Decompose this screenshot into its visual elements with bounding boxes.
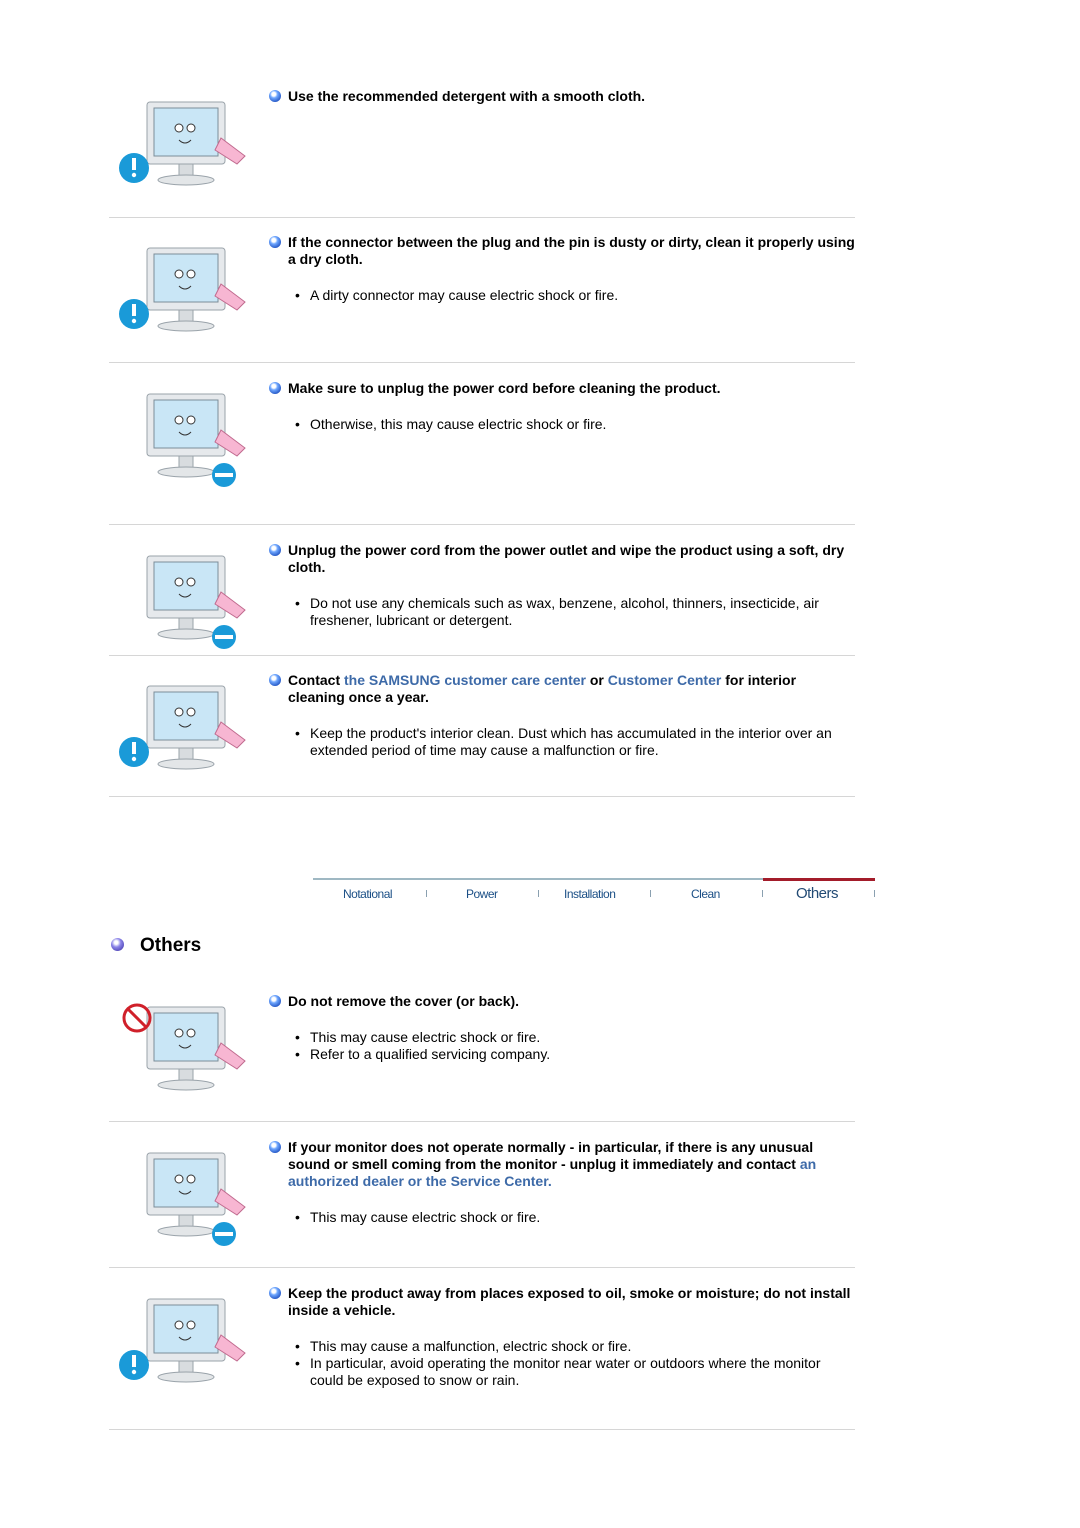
section-bullet-icon bbox=[111, 938, 124, 951]
item-content: If your monitor does not operate normall… bbox=[269, 1139, 855, 1226]
tab-separator bbox=[650, 890, 651, 897]
bullet-list: A dirty connector may cause electric sho… bbox=[269, 287, 855, 304]
bullet-list: Do not use any chemicals such as wax, be… bbox=[269, 595, 855, 629]
heading-text: Use the recommended detergent with a smo… bbox=[288, 88, 646, 104]
bullet-point: This may cause a malfunction, electric s… bbox=[295, 1338, 855, 1355]
safety-item: Make sure to unplug the power cord befor… bbox=[109, 380, 855, 525]
item-heading: Do not remove the cover (or back). bbox=[269, 993, 855, 1010]
heading-text: If your monitor does not operate normall… bbox=[288, 1139, 814, 1172]
heading-text: Contact bbox=[288, 672, 344, 688]
bullet-point: Otherwise, this may cause electric shock… bbox=[295, 416, 855, 433]
monitor-rain-window-illustration bbox=[109, 1285, 269, 1410]
bullet-point: Do not use any chemicals such as wax, be… bbox=[295, 595, 855, 629]
item-heading: Unplug the power cord from the power out… bbox=[269, 542, 855, 576]
bullet-point: Refer to a qualified servicing company. bbox=[295, 1046, 855, 1063]
divider bbox=[109, 1121, 855, 1122]
divider bbox=[109, 217, 855, 218]
item-content: Use the recommended detergent with a smo… bbox=[269, 88, 855, 105]
safety-item: Do not remove the cover (or back). This m… bbox=[109, 993, 855, 1121]
heading-text: Unplug the power cord from the power out… bbox=[288, 542, 845, 575]
heading-text: If the connector between the plug and th… bbox=[288, 234, 855, 267]
tab-separator bbox=[538, 890, 539, 897]
tab-separator bbox=[426, 890, 427, 897]
blue-bullet-icon bbox=[269, 90, 281, 102]
divider bbox=[109, 655, 855, 656]
safety-item: If the connector between the plug and th… bbox=[109, 234, 855, 364]
divider bbox=[109, 796, 855, 797]
bullet-list: This may cause a malfunction, electric s… bbox=[269, 1338, 855, 1389]
bullet-point: Keep the product's interior clean. Dust … bbox=[295, 725, 855, 759]
item-heading: If the connector between the plug and th… bbox=[269, 234, 855, 268]
tab-separator bbox=[762, 890, 763, 897]
item-content: Unplug the power cord from the power out… bbox=[269, 542, 855, 629]
safety-item: Unplug the power cord from the power out… bbox=[109, 542, 855, 657]
item-heading: If your monitor does not operate normall… bbox=[269, 1139, 855, 1190]
safety-item: If your monitor does not operate normall… bbox=[109, 1139, 855, 1267]
monitor-unplugged-cleaning-illustration bbox=[109, 380, 269, 505]
safety-item: Keep the product away from places expose… bbox=[109, 1285, 855, 1430]
heading-text: Do not remove the cover (or back). bbox=[288, 993, 520, 1009]
blue-bullet-icon bbox=[269, 674, 281, 686]
blue-bullet-icon bbox=[269, 1141, 281, 1153]
item-content: Do not remove the cover (or back). This m… bbox=[269, 993, 855, 1063]
blue-bullet-icon bbox=[269, 382, 281, 394]
bullet-point: This may cause electric shock or fire. bbox=[295, 1209, 855, 1226]
divider bbox=[109, 1429, 855, 1430]
bullet-list: Keep the product's interior clean. Dust … bbox=[269, 725, 855, 759]
item-heading: Contact the SAMSUNG customer care center… bbox=[269, 672, 855, 706]
blue-bullet-icon bbox=[269, 236, 281, 248]
item-content: If the connector between the plug and th… bbox=[269, 234, 855, 304]
heading-link[interactable]: Customer Center bbox=[608, 672, 722, 688]
divider bbox=[109, 1267, 855, 1268]
tab-separator bbox=[874, 890, 875, 897]
blue-bullet-icon bbox=[269, 544, 281, 556]
blue-bullet-icon bbox=[269, 995, 281, 1007]
monitor-smoke-unplug-illustration bbox=[109, 1139, 269, 1264]
divider bbox=[109, 362, 855, 363]
divider bbox=[109, 524, 855, 525]
heading-text: Make sure to unplug the power cord befor… bbox=[288, 380, 721, 396]
nav-rule bbox=[313, 878, 763, 880]
heading-text: or bbox=[585, 672, 608, 688]
heading-text: Keep the product away from places expose… bbox=[288, 1285, 851, 1318]
man-removing-cover-illustration bbox=[109, 993, 269, 1118]
bullet-list: Otherwise, this may cause electric shock… bbox=[269, 416, 855, 433]
woman-cleaning-plug-illustration bbox=[109, 234, 269, 359]
item-heading: Keep the product away from places expose… bbox=[269, 1285, 855, 1319]
item-heading: Use the recommended detergent with a smo… bbox=[269, 88, 855, 105]
bullet-point: In particular, avoid operating the monit… bbox=[295, 1355, 855, 1389]
heading-link[interactable]: the SAMSUNG customer care center bbox=[344, 672, 586, 688]
bullet-point: A dirty connector may cause electric sho… bbox=[295, 287, 855, 304]
item-heading: Make sure to unplug the power cord befor… bbox=[269, 380, 855, 397]
tab-clean[interactable]: Clean bbox=[691, 887, 720, 901]
safety-item: Contact the SAMSUNG customer care center… bbox=[109, 672, 855, 797]
tab-installation[interactable]: Installation bbox=[564, 887, 616, 901]
bullet-point: This may cause electric shock or fire. bbox=[295, 1029, 855, 1046]
tab-power[interactable]: Power bbox=[466, 887, 498, 901]
nav-active-indicator bbox=[763, 878, 875, 881]
item-content: Contact the SAMSUNG customer care center… bbox=[269, 672, 855, 759]
section-tab-nav: Notational Power Installation Clean Others bbox=[313, 878, 875, 908]
blue-bullet-icon bbox=[269, 1287, 281, 1299]
tab-others[interactable]: Others bbox=[796, 885, 839, 902]
item-content: Keep the product away from places expose… bbox=[269, 1285, 855, 1389]
section-title: Others bbox=[140, 935, 202, 956]
item-content: Make sure to unplug the power cord befor… bbox=[269, 380, 855, 433]
safety-item: Use the recommended detergent with a smo… bbox=[109, 88, 855, 218]
bullet-list: This may cause electric shock or fire.Re… bbox=[269, 1029, 855, 1063]
monitor-cleaning-cloth-illustration bbox=[109, 88, 269, 213]
woman-wiping-monitor-illustration bbox=[109, 542, 269, 667]
bullet-list: This may cause electric shock or fire. bbox=[269, 1209, 855, 1226]
tab-notational[interactable]: Notational bbox=[343, 887, 393, 901]
monitor-phone-call-illustration bbox=[109, 672, 269, 797]
